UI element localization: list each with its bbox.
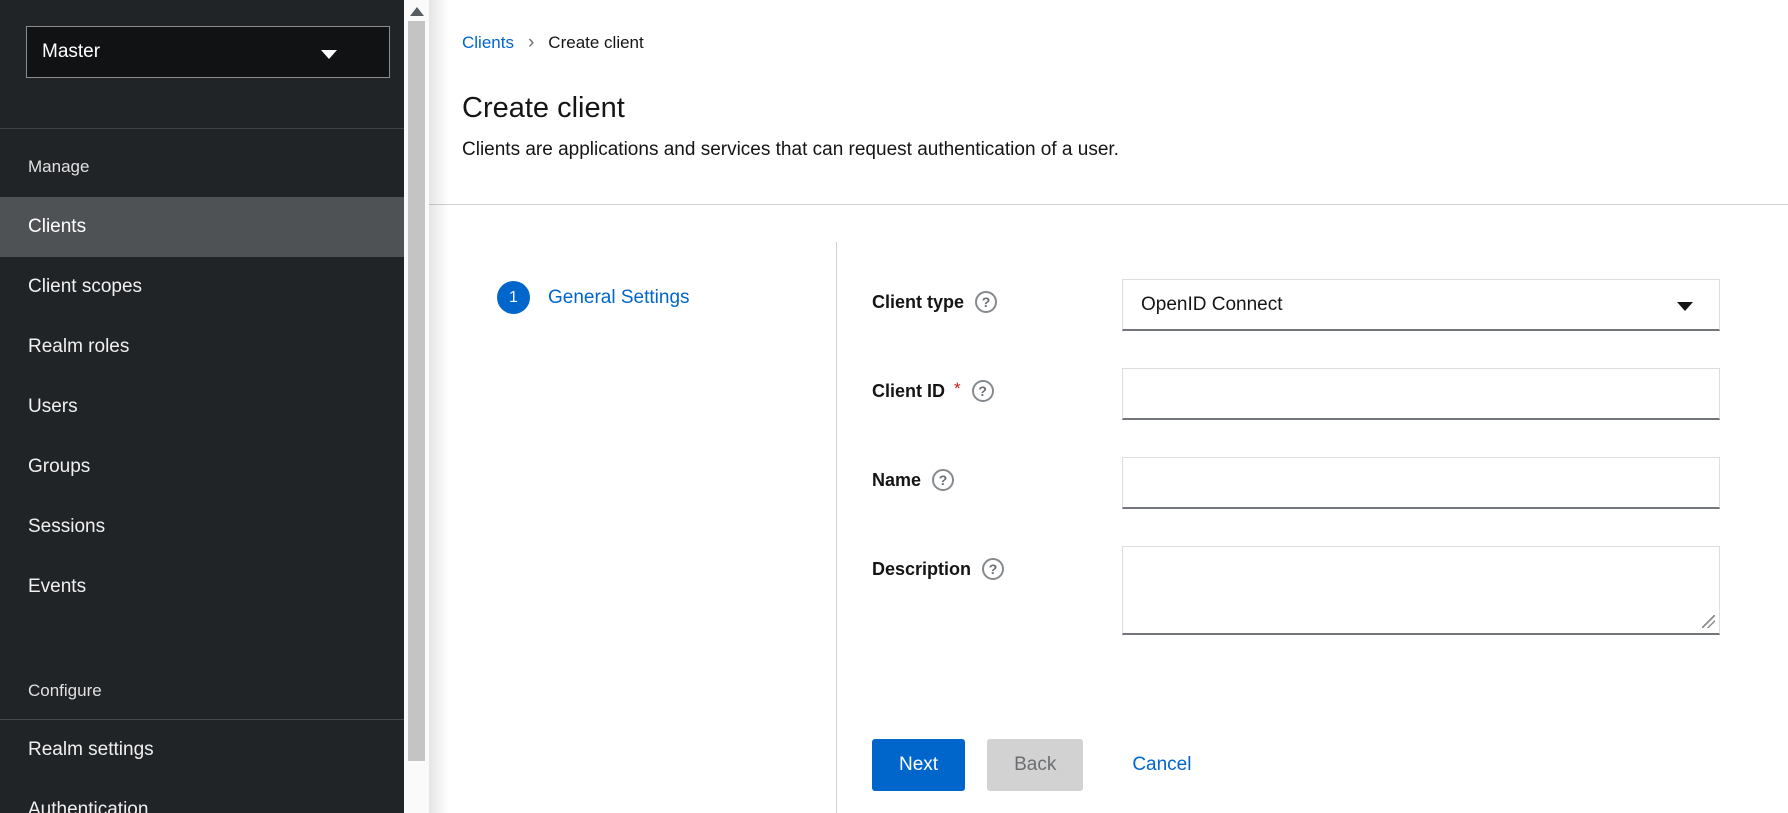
back-button[interactable]: Back [987,739,1083,791]
sidebar-item-realm-settings[interactable]: Realm settings [0,720,404,780]
page-header: Clients › Create client Create client Cl… [429,0,1788,161]
name-input[interactable] [1122,457,1720,509]
realm-selector-area: Master [0,26,404,129]
description-row: Description ? [872,546,1720,635]
breadcrumb-current: Create client [548,33,643,53]
help-icon[interactable]: ? [975,291,997,313]
client-id-row: Client ID * ? [872,368,1720,420]
scroll-up-icon[interactable] [410,7,424,16]
caret-down-icon [321,50,337,59]
step-label: General Settings [548,287,690,309]
caret-down-icon [1677,302,1693,311]
breadcrumb-separator-icon: › [528,33,534,52]
page-title: Create client [462,90,1788,126]
client-id-label: Client ID [872,381,945,402]
wizard-footer: Next Back Cancel [872,739,1191,791]
realm-selector[interactable]: Master [26,26,390,78]
realm-selector-label: Master [27,41,100,63]
description-textarea[interactable] [1122,546,1720,635]
wizard-step-general-settings[interactable]: 1 General Settings [497,281,690,314]
client-type-selected-value: OpenID Connect [1141,294,1283,316]
help-icon[interactable]: ? [982,558,1004,580]
sidebar-item-users[interactable]: Users [0,377,404,437]
client-type-row: Client type ? OpenID Connect [872,279,1720,331]
sidebar-item-clients[interactable]: Clients [0,197,404,257]
next-button[interactable]: Next [872,739,965,791]
required-asterisk: * [954,379,961,399]
help-icon[interactable]: ? [972,380,994,402]
description-label: Description [872,559,971,580]
sidebar-section-manage: Manage Clients Client scopes Realm roles… [0,129,404,617]
page-subtitle: Clients are applications and services th… [462,139,1788,161]
help-icon[interactable]: ? [932,469,954,491]
create-client-wizard: 1 General Settings Client type ? OpenID … [429,205,1788,813]
client-id-input[interactable] [1122,368,1720,420]
step-number-badge: 1 [497,281,530,314]
sidebar-item-authentication[interactable]: Authentication [0,780,404,813]
vertical-scrollbar[interactable] [404,0,429,813]
resize-handle-icon[interactable] [1702,615,1715,628]
breadcrumb-link-clients[interactable]: Clients [462,33,514,53]
sidebar-item-events[interactable]: Events [0,557,404,617]
sidebar-section-title: Manage [0,129,404,197]
cancel-button[interactable]: Cancel [1132,739,1191,791]
client-type-select[interactable]: OpenID Connect [1122,279,1720,331]
sidebar-nav: Master Manage Clients Client scopes Real… [0,0,404,813]
main-content: Clients › Create client Create client Cl… [429,0,1788,813]
scrollbar-thumb[interactable] [408,21,425,761]
name-row: Name ? [872,457,1720,509]
sidebar-item-sessions[interactable]: Sessions [0,497,404,557]
breadcrumb: Clients › Create client [462,32,1788,54]
general-settings-form: Client type ? OpenID Connect Client ID *… [872,279,1720,672]
sidebar-item-groups[interactable]: Groups [0,437,404,497]
wizard-nav-divider [836,242,837,813]
sidebar-section-title: Configure [0,617,404,719]
client-type-label: Client type [872,292,964,313]
sidebar-item-realm-roles[interactable]: Realm roles [0,317,404,377]
name-label: Name [872,470,921,491]
sidebar-item-client-scopes[interactable]: Client scopes [0,257,404,317]
sidebar-section-configure: Configure Realm settings Authentication [0,617,404,813]
